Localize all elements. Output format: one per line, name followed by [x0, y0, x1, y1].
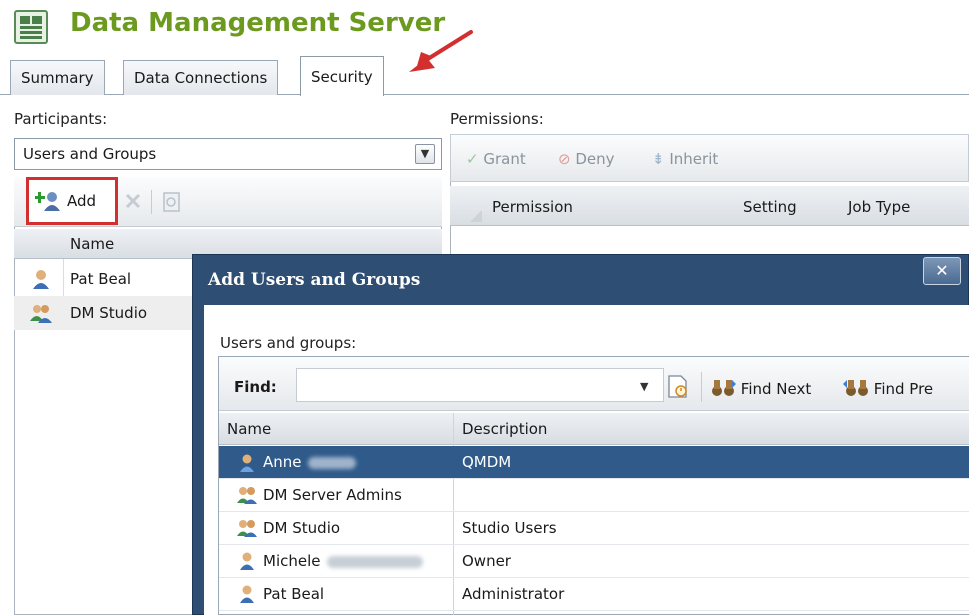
add-button-label: Add: [67, 192, 97, 210]
find-dropdown-caret-icon[interactable]: ▼: [640, 380, 648, 393]
tab-summary[interactable]: Summary: [10, 60, 105, 95]
find-previous-label: Find Pre: [873, 380, 934, 398]
sort-grip-icon: [470, 210, 482, 222]
table-row[interactable]: Pat Beal Administrator: [219, 578, 969, 611]
tab-security[interactable]: Security: [300, 56, 384, 96]
table-row[interactable]: DM Server Admins: [219, 479, 969, 512]
binoculars-icon: [843, 380, 868, 396]
add-user-icon: [35, 192, 60, 211]
grant-label: Grant: [483, 150, 526, 168]
remove-icon[interactable]: [122, 190, 144, 212]
users-grid-header: [219, 413, 969, 445]
inherit-icon: ⇟: [652, 150, 665, 168]
deny-icon: ⊘: [558, 150, 571, 168]
group-icon: [237, 487, 257, 504]
find-label: Find:: [234, 378, 277, 396]
table-row[interactable]: Michele Owner: [219, 545, 969, 578]
user-icon: [240, 454, 254, 472]
find-previous-button[interactable]: Find Pre: [843, 378, 933, 398]
list-item[interactable]: DM Studio: [14, 296, 194, 330]
grant-button[interactable]: ✓ Grant: [466, 150, 526, 168]
job-type-column-header[interactable]: Job Type: [848, 198, 910, 216]
table-row[interactable]: Anne QMDM: [219, 446, 969, 479]
deny-button[interactable]: ⊘ Deny: [558, 150, 615, 168]
deny-label: Deny: [575, 150, 615, 168]
user-name: Anne: [263, 453, 302, 471]
permissions-label: Permissions:: [450, 110, 544, 128]
server-app-icon: [14, 10, 48, 44]
redacted-surname: [326, 555, 423, 568]
table-row[interactable]: DM Studio Studio Users: [219, 512, 969, 545]
user-name-cell: Anne: [263, 446, 356, 478]
group-icon: [30, 305, 52, 323]
toolbar-separator: [151, 190, 152, 214]
participant-name: DM Studio: [70, 304, 148, 322]
description-cell: Owner: [462, 552, 511, 570]
description-cell: Studio Users: [462, 519, 557, 537]
description-column-header[interactable]: Description: [462, 420, 547, 438]
user-icon: [240, 552, 254, 570]
description-cell: QMDM: [462, 453, 512, 471]
toolbar-separator: [701, 372, 702, 402]
name-column-header[interactable]: Name: [227, 420, 271, 438]
red-arrow-annotation: [409, 30, 473, 72]
find-next-label: Find Next: [740, 380, 812, 398]
properties-icon[interactable]: [160, 190, 184, 214]
chevron-down-icon[interactable]: ▼: [415, 144, 435, 164]
group-icon: [237, 520, 257, 537]
user-name-cell: Pat Beal: [263, 585, 325, 603]
user-name: Michele: [263, 552, 321, 570]
tab-data-connections[interactable]: Data Connections: [123, 60, 279, 95]
user-name-cell: DM Server Admins: [263, 486, 402, 504]
description-cell: Administrator: [462, 585, 565, 603]
permission-column-header[interactable]: Permission: [492, 198, 573, 216]
inherit-button[interactable]: ⇟ Inherit: [652, 150, 718, 168]
participants-select-value: Users and Groups: [23, 145, 157, 163]
binoculars-icon: [712, 380, 736, 396]
user-icon: [33, 270, 49, 289]
participants-type-select[interactable]: Users and Groups ▼: [14, 138, 442, 170]
page-title: Data Management Server: [70, 8, 446, 38]
setting-column-header[interactable]: Setting: [743, 198, 797, 216]
find-next-button[interactable]: Find Next: [710, 378, 811, 398]
user-name-cell: DM Studio: [263, 519, 341, 537]
participant-name: Pat Beal: [70, 270, 132, 288]
redacted-surname: [307, 456, 356, 469]
add-button[interactable]: Add: [26, 177, 118, 225]
participants-label: Participants:: [14, 110, 108, 128]
user-name-cell: Michele: [263, 545, 423, 577]
user-icon: [240, 585, 254, 603]
find-options-icon[interactable]: [666, 374, 690, 400]
inherit-label: Inherit: [669, 150, 719, 168]
find-input[interactable]: [296, 368, 664, 402]
checkmark-icon: ✓: [466, 150, 479, 168]
dialog-title: Add Users and Groups: [208, 270, 421, 290]
close-icon[interactable]: ✕: [923, 257, 961, 285]
users-groups-label: Users and groups:: [220, 334, 357, 352]
list-item[interactable]: Pat Beal: [14, 262, 194, 296]
